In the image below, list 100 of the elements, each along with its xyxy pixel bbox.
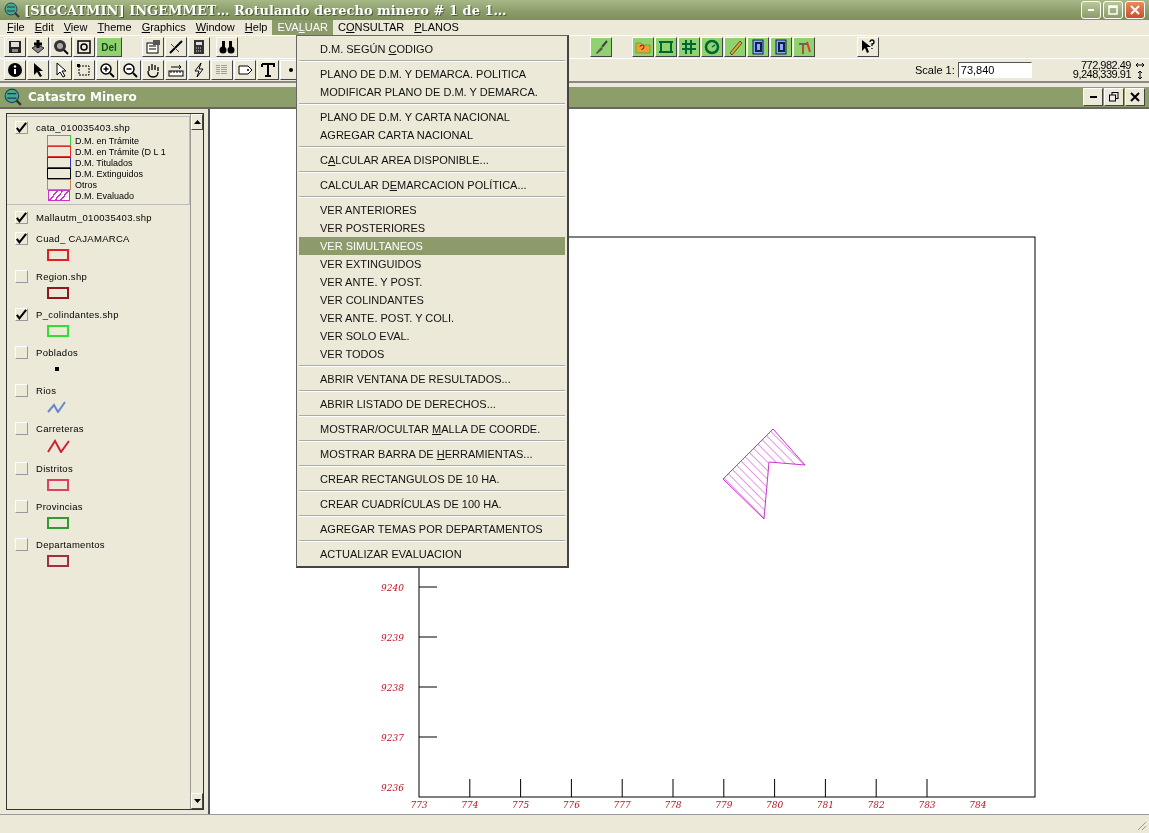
layer-checkbox[interactable] [15, 120, 28, 134]
menu-item[interactable]: File [2, 20, 30, 35]
menu-item[interactable]: PLANO DE D.M. Y CARTA NACIONAL [299, 108, 565, 126]
menu-item[interactable]: CREAR CUADRÍCULAS DE 100 HA. [299, 495, 565, 513]
info-button[interactable] [4, 60, 26, 80]
y-coordinate: 9,248,339.91 [1072, 70, 1131, 79]
menu-item[interactable]: View [58, 20, 93, 35]
x-axis-label: 774 [461, 800, 479, 809]
scale-label: Scale 1: [915, 64, 955, 76]
layer-checkbox[interactable] [15, 210, 28, 224]
menu-item[interactable]: CALCULAR AREA DISPONIBLE... [299, 151, 565, 169]
arrow-icon [53, 62, 69, 78]
grid-button[interactable] [678, 37, 700, 57]
calculator-button[interactable] [188, 37, 210, 57]
delete-button[interactable]: Del [96, 37, 122, 57]
legend-label: D.M. en Trámite [75, 135, 139, 146]
menu-item[interactable]: Graphics [136, 20, 191, 35]
menu-item[interactable]: AGREGAR CARTA NACIONAL [299, 126, 565, 144]
find-button[interactable] [216, 37, 238, 57]
document-button[interactable] [770, 37, 792, 57]
menu-item[interactable]: Window [190, 20, 240, 35]
menu-item[interactable]: VER POSTERIORES [299, 219, 565, 237]
vertex-button[interactable] [73, 60, 95, 80]
close-button[interactable] [1125, 88, 1145, 106]
menu-item[interactable]: Edit [29, 20, 59, 35]
layer-checkbox[interactable] [15, 307, 28, 321]
menu-item[interactable]: AGREGAR TEMAS POR DEPARTAMENTOS [299, 520, 565, 538]
zoom-in-button[interactable] [96, 60, 118, 80]
theme-button[interactable] [50, 37, 72, 57]
document-button[interactable] [747, 37, 769, 57]
folder-button[interactable] [632, 37, 654, 57]
edit-button[interactable] [165, 37, 187, 57]
ruler-icon [168, 62, 184, 78]
line-icon [168, 39, 184, 55]
menu-item[interactable]: VER ANTE. Y POST. [299, 273, 565, 291]
brush-icon [593, 39, 609, 55]
menu-item[interactable]: MOSTRAR BARRA DE HERRAMIENTAS... [299, 445, 565, 463]
restore-button[interactable] [1104, 88, 1124, 106]
x-axis-label: 775 [512, 800, 530, 809]
menu-item[interactable]: VER SOLO EVAL. [299, 327, 565, 345]
menu-item[interactable]: VER TODOS [299, 345, 565, 363]
resize-grip-icon [1135, 819, 1147, 831]
down-arrow-icon [193, 799, 201, 803]
menu-item[interactable]: CALCULAR DEMARCACION POLÍTICA... [299, 176, 565, 194]
layer-name: Cuad_ CAJAMARCA [36, 232, 130, 244]
legend-label: D.M. Evaluado [75, 190, 135, 201]
text-tool-button[interactable] [257, 60, 279, 80]
measure-button[interactable] [165, 60, 187, 80]
brush-button[interactable] [590, 37, 612, 57]
x-axis-label: 776 [562, 800, 580, 809]
select-button[interactable] [50, 60, 72, 80]
x-axis-label: 781 [816, 800, 834, 809]
y-axis-label: 9239 [381, 633, 404, 643]
menu-item[interactable]: VER EXTINGUIDOS [299, 255, 565, 273]
refresh-button[interactable] [73, 37, 95, 57]
child-window-title: Catastro Minero [28, 90, 137, 104]
info-icon [7, 62, 23, 78]
pointer-button[interactable] [27, 60, 49, 80]
add-layer-button[interactable] [27, 37, 49, 57]
barcode-button[interactable] [211, 60, 233, 80]
x-coordinate: 772,982.49 [1080, 61, 1131, 70]
menu-item[interactable]: D.M. SEGÚN CODIGO [299, 40, 565, 58]
lightning-button[interactable] [188, 60, 210, 80]
menu-item[interactable]: MODIFICAR PLANO DE D.M. Y DEMARCA. [299, 83, 565, 101]
menu-item[interactable]: ABRIR VENTANA DE RESULTADOS... [299, 370, 565, 388]
menu-item[interactable]: ABRIR LISTADO DE DERECHOS... [299, 395, 565, 413]
hammer-button[interactable] [793, 37, 815, 57]
restore-icon [1109, 92, 1119, 102]
label-button[interactable] [234, 60, 256, 80]
pencil-button[interactable] [724, 37, 746, 57]
menu-item[interactable]: PLANO DE D.M. Y DEMARCA. POLITICA [299, 65, 565, 83]
help-button[interactable] [857, 37, 879, 57]
menu-item[interactable]: MOSTRAR/OCULTAR MALLA DE COORDE. [299, 420, 565, 438]
menu-item[interactable]: PLANOS [409, 20, 464, 35]
x-axis-label: 782 [867, 800, 885, 809]
menu-item[interactable]: CONSULTAR [333, 20, 410, 35]
properties-button[interactable] [142, 37, 164, 57]
menu-item[interactable]: ACTUALIZAR EVALUACION [299, 545, 565, 563]
save-button[interactable] [4, 37, 26, 57]
minimize-button[interactable] [1083, 88, 1103, 106]
menu-item[interactable]: Theme [92, 20, 137, 35]
zoom-out-button[interactable] [119, 60, 141, 80]
menu-item[interactable]: VER ANTERIORES [299, 201, 565, 219]
menu-item[interactable]: Help [239, 20, 273, 35]
x-axis-label: 778 [664, 800, 682, 809]
layer-name: cata_010035403.shp [36, 121, 131, 133]
check-icon [16, 210, 27, 224]
x-axis-label: 783 [918, 800, 936, 809]
scale-field[interactable]: 73,840 [957, 62, 1032, 78]
refresh-icon [76, 39, 92, 55]
menu-item[interactable]: VER COLINDANTES [299, 291, 565, 309]
folder-icon [635, 39, 651, 55]
legend-label: D.M. Extinguidos [75, 168, 144, 179]
maximize-button[interactable] [1103, 1, 1123, 19]
circle-button[interactable] [701, 37, 723, 57]
menu-item[interactable]: CREAR RECTANGULOS DE 10 HA. [299, 470, 565, 488]
pan-button[interactable] [142, 60, 164, 80]
menu-item[interactable]: VER ANTE. POST. Y COLI. [299, 309, 565, 327]
layer-checkbox[interactable] [15, 231, 28, 245]
rectangle-button[interactable] [655, 37, 677, 57]
